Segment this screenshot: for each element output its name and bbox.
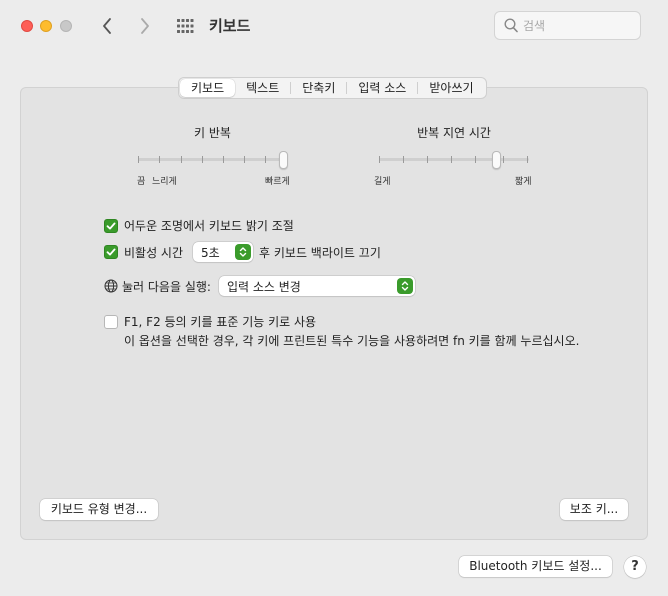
title-bar: 키보드 (0, 0, 668, 52)
search-input[interactable] (523, 17, 633, 35)
tick-mark (527, 156, 528, 163)
tab-bar: 키보드 텍스트 단축키 입력 소스 받아쓰기 (178, 77, 487, 99)
key-repeat-slider-knob[interactable] (279, 151, 288, 169)
modifier-keys-button[interactable]: 보조 키... (560, 499, 628, 520)
adjust-brightness-label: 어두운 조명에서 키보드 밝기 조절 (124, 219, 294, 233)
minimize-window-button[interactable] (40, 20, 52, 32)
help-button[interactable]: ? (624, 556, 646, 578)
show-all-button[interactable] (176, 17, 194, 35)
fn-keys-checkbox[interactable] (104, 314, 118, 329)
tab-text[interactable]: 텍스트 (235, 79, 290, 97)
grid-icon (177, 19, 194, 33)
close-window-button[interactable] (21, 20, 33, 32)
backlight-off-option: 비활성 시간 5초 후 키보드 백라이트 끄기 (104, 242, 381, 262)
key-repeat-fast-label: 빠르게 (265, 177, 290, 187)
forward-button[interactable] (134, 14, 156, 38)
globe-icon (104, 279, 118, 293)
repeat-delay-short-label: 짧게 (515, 177, 532, 187)
adjust-brightness-option[interactable]: 어두운 조명에서 키보드 밝기 조절 (104, 217, 294, 234)
bluetooth-keyboard-setup-button[interactable]: Bluetooth 키보드 설정... (459, 556, 612, 577)
tick-mark (475, 156, 476, 163)
keyboard-preferences-window: 키보드 키보드 텍스트 단축키 입력 소스 받아쓰기 키 반복 끔 느리게 빠르… (0, 0, 668, 596)
up-down-chevron-icon (239, 247, 247, 257)
tick-mark (503, 156, 504, 163)
tab-shortcuts[interactable]: 단축키 (291, 79, 346, 97)
repeat-delay-long-label: 길게 (374, 177, 391, 187)
key-repeat-title: 키 반복 (194, 126, 231, 140)
tick-mark (427, 156, 428, 163)
tick-mark (223, 156, 224, 163)
tick-mark (451, 156, 452, 163)
fn-keys-label: F1, F2 등의 키를 표준 기능 키로 사용 (124, 315, 317, 329)
zoom-window-button[interactable] (60, 20, 72, 32)
tick-mark (181, 156, 182, 163)
tab-keyboard[interactable]: 키보드 (180, 79, 236, 97)
change-keyboard-type-button[interactable]: 키보드 유형 변경... (40, 499, 158, 520)
backlight-off-checkbox[interactable] (104, 245, 118, 259)
chevron-right-icon (141, 18, 149, 34)
globe-key-option: 눌러 다음을 실행: 입력 소스 변경 (104, 276, 415, 296)
tick-mark (202, 156, 203, 163)
tick-mark (138, 156, 139, 163)
repeat-delay-track[interactable] (379, 158, 529, 161)
backlight-off-suffix: 후 키보드 백라이트 끄기 (259, 245, 381, 260)
fn-keys-option[interactable]: F1, F2 등의 키를 표준 기능 키로 사용 (104, 313, 316, 330)
tick-mark (403, 156, 404, 163)
globe-key-action-value: 입력 소스 변경 (226, 279, 301, 294)
repeat-delay-slider-knob[interactable] (492, 151, 501, 169)
up-down-chevron-icon (401, 281, 409, 291)
search-field[interactable] (494, 11, 641, 40)
tick-mark (244, 156, 245, 163)
adjust-brightness-checkbox[interactable] (104, 218, 118, 233)
repeat-delay-title: 반복 지연 시간 (417, 126, 491, 140)
checkmark-icon (106, 222, 116, 229)
globe-key-label: 눌러 다음을 실행: (122, 279, 211, 294)
tick-mark (265, 156, 266, 163)
chevron-left-icon (103, 18, 111, 34)
globe-key-action-stepper[interactable] (396, 278, 413, 294)
tab-dictation[interactable]: 받아쓰기 (418, 79, 484, 97)
key-repeat-slow-label: 느리게 (152, 177, 177, 187)
fn-keys-description: 이 옵션을 선택한 경우, 각 키에 프린트된 특수 기능을 사용하려면 fn … (124, 334, 580, 348)
search-icon (504, 18, 518, 33)
tab-input-sources[interactable]: 입력 소스 (347, 79, 417, 97)
backlight-off-prefix: 비활성 시간 (124, 245, 184, 260)
checkmark-icon (106, 248, 116, 256)
globe-key-action-select[interactable]: 입력 소스 변경 (218, 276, 415, 296)
tick-mark (379, 156, 380, 163)
key-repeat-off-label: 끔 (137, 177, 146, 187)
backlight-timeout-select[interactable]: 5초 (193, 242, 254, 262)
window-title: 키보드 (209, 17, 251, 35)
back-button[interactable] (96, 14, 118, 38)
backlight-timeout-value: 5초 (201, 245, 220, 260)
backlight-timeout-stepper[interactable] (235, 244, 252, 260)
tick-mark (159, 156, 160, 163)
